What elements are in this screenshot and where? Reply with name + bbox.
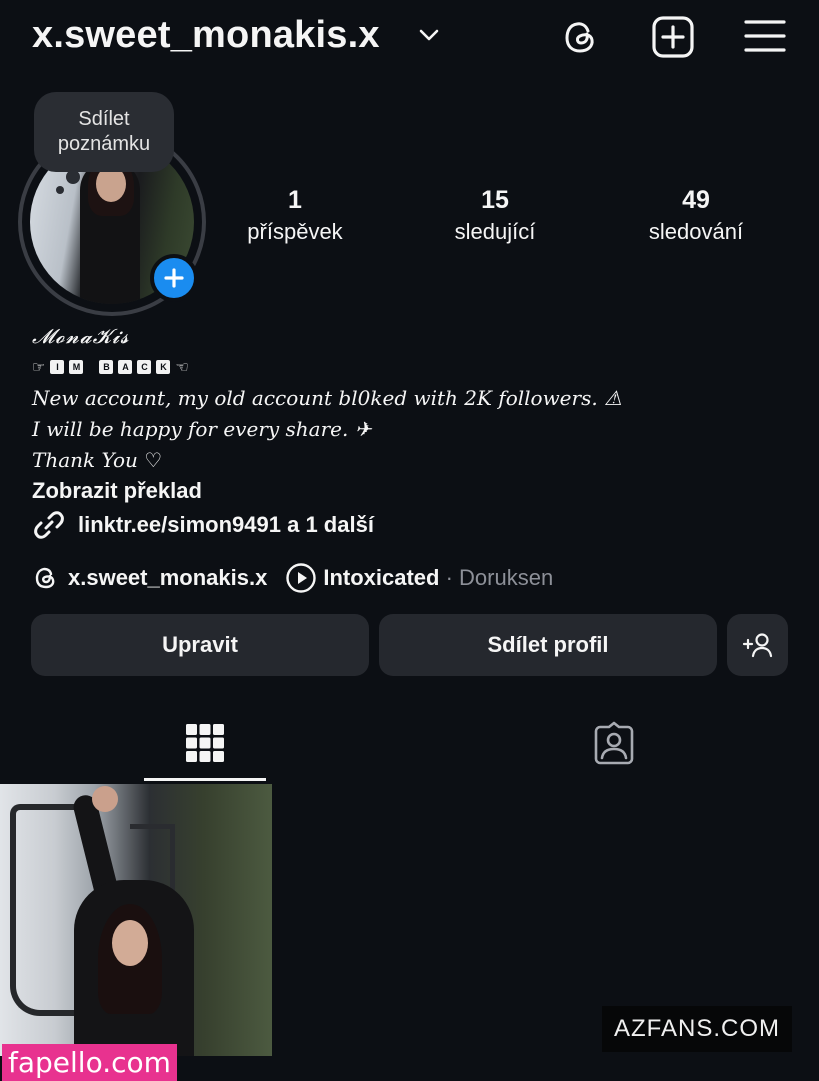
pointing-right-hand: ☞ (32, 359, 46, 376)
link-icon (34, 511, 64, 539)
bio-link[interactable]: linktr.ee/simon9491 a 1 další (32, 508, 374, 542)
grid-post-thumbnail[interactable] (0, 784, 272, 1056)
add-story-button[interactable] (150, 254, 198, 302)
stat-following[interactable]: 49 sledování (616, 186, 776, 245)
threads-icon[interactable] (558, 14, 604, 60)
tagged-person-icon (594, 721, 634, 765)
share-note-label-2: poznámku (57, 133, 151, 155)
share-note-bubble[interactable]: Sdílet poznámku (34, 92, 174, 172)
display-name: 𝓜𝓸𝓷𝓪𝓚𝓲𝓼 (32, 324, 130, 348)
plus-icon (164, 268, 184, 288)
tab-grid[interactable] (178, 716, 232, 770)
pointing-left-hand: ☜ (175, 359, 189, 376)
profile-username[interactable]: x.sweet_monakis.x (32, 14, 380, 57)
play-circle-icon[interactable] (285, 562, 317, 594)
edit-profile-button[interactable]: Upravit (31, 614, 369, 676)
chevron-down-icon[interactable] (416, 22, 442, 48)
stat-posts-count: 1 (288, 186, 302, 214)
letter-box: B (99, 360, 114, 374)
note-bubble-tail (66, 170, 80, 184)
menu-icon[interactable] (742, 14, 788, 60)
active-tab-indicator (144, 778, 266, 781)
stat-followers-label: sledující (454, 219, 536, 244)
letter-box: K (156, 360, 171, 374)
bio-line-2: I will be happy for every share. ✈ (32, 417, 372, 441)
threads-badge-icon (35, 567, 55, 589)
letter-box: M (69, 360, 84, 374)
music-separator: · (439, 565, 460, 590)
stat-posts[interactable]: 1 příspěvek (215, 186, 375, 245)
bio-line-1: New account, my old account bl0ked with … (32, 386, 622, 410)
stat-following-count: 49 (682, 186, 710, 214)
bio-link-text: linktr.ee/simon9491 a 1 další (78, 512, 374, 537)
tab-tagged[interactable] (587, 716, 641, 770)
note-bubble-tail-small (56, 186, 64, 194)
add-post-icon[interactable] (650, 14, 696, 60)
letter-box: C (137, 360, 152, 374)
show-translation-link[interactable]: Zobrazit překlad (32, 478, 202, 504)
share-note-label-1: Sdílet (78, 108, 130, 130)
stat-following-label: sledování (648, 219, 744, 244)
letter-box: A (118, 360, 133, 374)
bio-im-back: ☞ I M B A C K ☜ (32, 358, 189, 376)
letter-box: I (50, 360, 65, 374)
stat-posts-label: příspěvek (247, 219, 343, 244)
add-person-icon (742, 633, 772, 658)
grid-icon (186, 724, 224, 762)
azfans-watermark: AZFANS.COM (602, 1006, 792, 1052)
share-profile-button[interactable]: Sdílet profil (379, 614, 717, 676)
music-artist: Doruksen (459, 565, 554, 590)
stat-followers[interactable]: 15 sledující (415, 186, 575, 245)
stat-followers-count: 15 (481, 186, 509, 214)
fapello-watermark: fapello.com (2, 1044, 177, 1081)
discover-people-button[interactable] (727, 614, 788, 676)
bio-line-3: Thank You ♡ (32, 448, 163, 472)
threads-handle-link[interactable]: x.sweet_monakis.x (68, 565, 267, 591)
music-title[interactable]: Intoxicated (323, 565, 439, 591)
threads-music-row: x.sweet_monakis.x Intoxicated · Doruksen (32, 562, 553, 594)
